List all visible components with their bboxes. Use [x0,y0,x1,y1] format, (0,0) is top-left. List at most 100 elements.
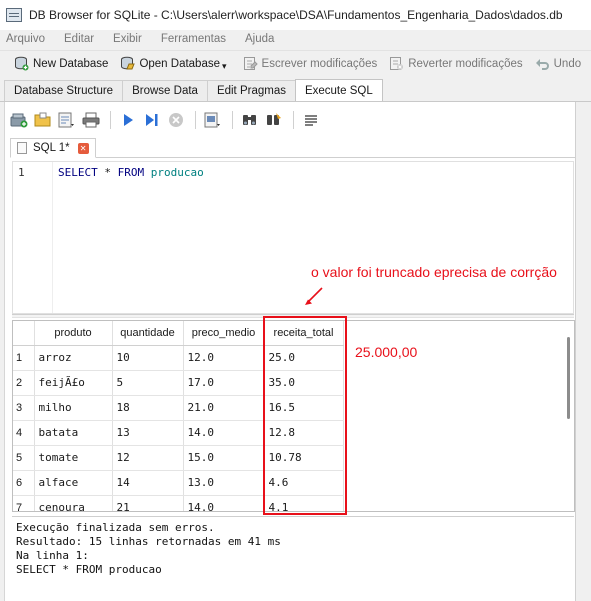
find-text-icon[interactable] [239,109,261,131]
open-sql-file-icon[interactable] [32,109,54,131]
close-tab-icon[interactable]: ✕ [77,142,89,154]
sql-toolbar-separator [110,111,111,129]
open-database-button[interactable]: Open Database ▾ [116,53,230,75]
cell-preco-medio[interactable]: 14.0 [183,420,265,446]
cell-quantidade[interactable]: 18 [112,395,184,421]
cell-produto[interactable]: alface [34,470,113,496]
column-header-quantidade[interactable]: quantidade [112,321,184,346]
new-database-button[interactable]: New Database [10,53,112,75]
vertical-scrollbar[interactable] [567,337,570,419]
keyword-from: FROM [117,166,145,179]
tab-edit-pragmas[interactable]: Edit Pragmas [206,80,296,101]
sql-toolbar-separator [195,111,196,129]
cell-preco-medio[interactable]: 12.0 [183,345,265,371]
open-database-icon [120,56,136,71]
main-tabs: Database Structure Browse Data Edit Prag… [0,79,591,102]
cell-preco-medio[interactable]: 14.0 [183,495,265,511]
cell-quantidade[interactable]: 13 [112,420,184,446]
undo-icon [535,56,550,71]
cell-quantidade[interactable]: 14 [112,470,184,496]
menu-ajuda[interactable]: Ajuda [245,33,274,45]
column-header-preco-medio[interactable]: preco_medio [183,321,265,346]
cell-produto[interactable]: batata [34,420,113,446]
revert-changes-label: Reverter modificações [408,57,523,70]
find-replace-icon[interactable] [263,109,285,131]
menu-ferramentas[interactable]: Ferramentas [161,33,226,45]
menu-editar[interactable]: Editar [64,33,94,45]
write-changes-label: Escrever modificações [261,57,378,70]
sql-toolbar-separator [293,111,294,129]
row-number[interactable]: 6 [13,470,35,496]
cell-quantidade[interactable]: 12 [112,445,184,471]
undo-label: Undo [553,57,582,70]
revert-changes-button[interactable]: Reverter modificações [385,53,526,75]
message-log: Execução finalizada sem erros. Resultado:… [12,516,574,601]
undo-button[interactable]: Undo [531,53,586,75]
annotation-arrow-icon [305,287,323,305]
cell-produto[interactable]: milho [34,395,113,421]
stop-execution-icon[interactable] [165,109,187,131]
sql-toolbar [8,108,324,132]
write-changes-icon [243,56,258,71]
sql-editor[interactable]: 1 SELECT * FROM producao [12,161,574,314]
row-number[interactable]: 4 [13,420,35,446]
comment-lines-icon[interactable] [300,109,322,131]
cell-preco-medio[interactable]: 15.0 [183,445,265,471]
row-number[interactable]: 3 [13,395,35,421]
log-line: Na linha 1: [16,549,89,562]
tab-execute-sql[interactable]: Execute SQL [294,79,383,101]
sql-code[interactable]: SELECT * FROM producao [58,166,204,179]
select-star: * [97,166,118,179]
write-changes-button[interactable]: Escrever modificações [239,53,382,75]
menu-bar: Arquivo Editar Exibir Ferramentas Ajuda [0,30,591,48]
log-line: SELECT * FROM producao [16,563,162,576]
revert-changes-icon [389,56,404,71]
execute-all-icon[interactable] [117,109,139,131]
cell-produto[interactable]: cenoura [34,495,113,511]
cell-produto[interactable]: tomate [34,445,113,471]
tab-database-structure[interactable]: Database Structure [4,80,124,101]
cell-preco-medio[interactable]: 13.0 [183,470,265,496]
annotation-note: o valor foi truncado eprecisa de corrção [311,264,557,280]
log-line: Execução finalizada sem erros. [16,521,215,534]
open-tab-icon[interactable] [8,109,30,131]
log-line: Resultado: 15 linhas retornadas em 41 ms [16,535,281,548]
line-number: 1 [18,166,25,179]
title-bar: DB Browser for SQLite - C:\Users\alerr\w… [0,0,591,30]
cell-produto[interactable]: feijÃ£o [34,370,113,396]
cell-preco-medio[interactable]: 17.0 [183,370,265,396]
column-header-produto[interactable]: produto [34,321,113,346]
tab-sql-1[interactable]: SQL 1* ✕ [10,138,96,158]
execute-current-line-icon[interactable] [141,109,163,131]
row-number-header[interactable] [13,321,35,346]
row-number[interactable]: 2 [13,370,35,396]
table-identifier: producao [144,166,204,179]
print-icon[interactable] [80,109,102,131]
document-icon [17,142,27,154]
keyword-select: SELECT [58,166,98,179]
cell-quantidade[interactable]: 5 [112,370,184,396]
row-number[interactable]: 5 [13,445,35,471]
new-database-icon [14,56,29,71]
menu-exibir[interactable]: Exibir [113,33,142,45]
sql-tabs: SQL 1* ✕ [10,138,575,158]
sql-tab-label: SQL 1* [33,142,70,154]
open-database-label: Open Database [139,57,220,70]
save-results-icon[interactable] [202,109,224,131]
dropdown-chevron-icon[interactable]: ▾ [222,61,227,72]
tab-browse-data[interactable]: Browse Data [122,80,208,101]
row-number[interactable]: 1 [13,345,35,371]
annotation-highlight-box [263,316,347,515]
app-database-icon [6,8,22,22]
annotation-value: 25.000,00 [355,344,418,360]
main-toolbar: New Database Open Database ▾ Escrever mo… [0,50,591,76]
cell-produto[interactable]: arroz [34,345,113,371]
save-sql-file-icon[interactable] [56,109,78,131]
row-number[interactable]: 7 [13,495,35,511]
cell-quantidade[interactable]: 10 [112,345,184,371]
cell-preco-medio[interactable]: 21.0 [183,395,265,421]
line-number-gutter: 1 [13,162,53,313]
menu-arquivo[interactable]: Arquivo [6,33,45,45]
cell-quantidade[interactable]: 21 [112,495,184,511]
side-dock-strip [575,102,591,601]
